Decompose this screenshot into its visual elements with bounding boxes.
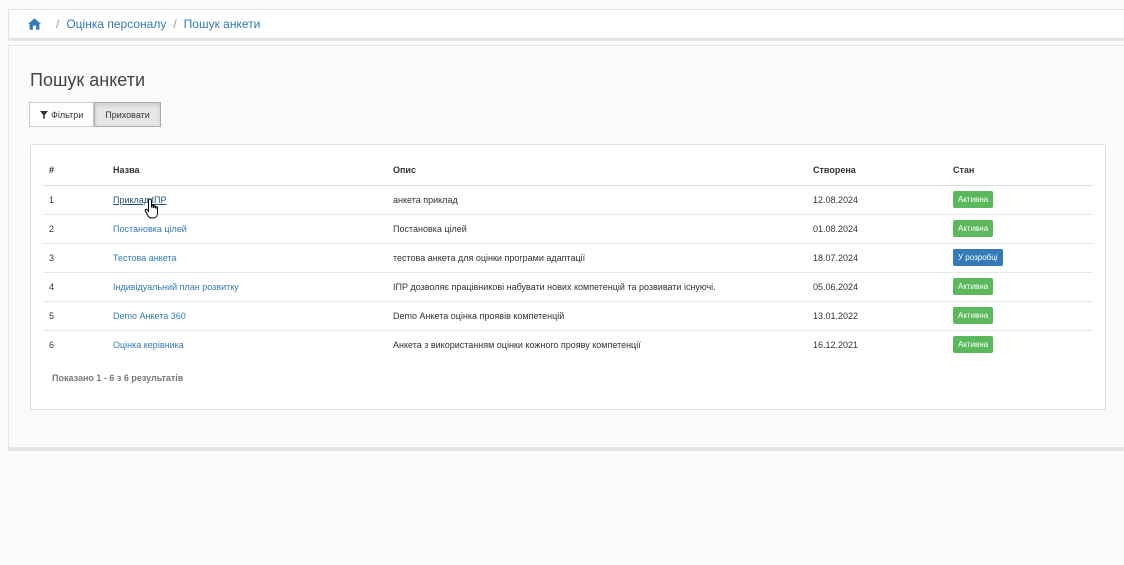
row-name-cell: Постановка цілей (107, 213, 387, 243)
questionnaire-link[interactable]: Тестова анкета (113, 253, 176, 263)
row-name-cell: Індивідуальний план розвитку (107, 271, 387, 301)
status-badge: Активна (953, 336, 994, 354)
status-badge: Активна (953, 307, 994, 324)
status-badge: У розробці (953, 249, 1003, 266)
column-header-num: # (43, 155, 107, 186)
table-row: 3 Тестова анкета тестова анкета для оцінки… (43, 242, 1093, 272)
breadcrumb-separator: / (56, 17, 60, 31)
table-row: 6 Оцінка керівника Анкета з використанням … (43, 329, 1093, 359)
row-created-date: 12.08.2024 (813, 194, 859, 205)
row-created-date: 16.12.2021 (807, 329, 947, 359)
row-status-cell: Активна (947, 271, 1093, 301)
hide-button-label: Приховати (105, 109, 150, 120)
hide-button[interactable]: Приховати (94, 102, 161, 127)
questionnaire-link[interactable]: Оцінка керівника (113, 340, 184, 350)
status-badge: Активна (953, 278, 994, 295)
breadcrumb-separator: / (173, 17, 177, 31)
breadcrumb-item-personnel[interactable]: Оцінка персоналу (66, 17, 166, 31)
breadcrumb-item-search[interactable]: Пошук анкети (184, 17, 261, 31)
row-number: 5 (43, 300, 107, 330)
filters-button-label: Фільтри (51, 109, 84, 120)
table-row: 2 Постановка цілей Постановка цілей 01.08.2… (43, 213, 1093, 243)
column-header-description[interactable]: Опис (387, 155, 807, 186)
row-name-cell: Приклад ІПР (107, 185, 387, 214)
results-table: # Назва Опис Створена Стан 1 Приклад ІПР а… (43, 155, 1093, 359)
status-badge: Активна (953, 220, 994, 237)
column-header-status[interactable]: Стан (947, 155, 1093, 186)
questionnaire-link[interactable]: Demo Анкета 360 (113, 311, 186, 321)
status-badge: Активна (953, 191, 994, 208)
row-description: Постановка цілей (387, 213, 807, 243)
row-status-cell: Активна (947, 329, 1093, 359)
column-header-name[interactable]: Назва (107, 155, 387, 186)
row-description: анкета приклад (393, 194, 458, 205)
table-row: 5 Demo Анкета 360 Demo Анкета оцінка прояв… (43, 300, 1093, 330)
row-description: ІПР дозволяє працівникові набувати нових… (387, 271, 807, 301)
row-number: 2 (43, 213, 107, 243)
row-status-cell: Активна (947, 213, 1093, 243)
filters-button[interactable]: Фільтри (29, 102, 95, 127)
row-created-date: 01.08.2024 (807, 213, 947, 243)
questionnaire-link[interactable]: Індивідуальний план розвитку (113, 282, 239, 292)
main-panel: Пошук анкети Фільтри Приховати # Назва О… (8, 45, 1124, 448)
row-status-cell: Активна (947, 300, 1093, 330)
filter-icon (40, 110, 48, 119)
questionnaire-link[interactable]: Приклад ІПР (113, 195, 167, 205)
row-number: 1 (49, 194, 55, 205)
row-status-cell: У розробці (947, 242, 1093, 272)
row-name-cell: Оцінка керівника (107, 329, 387, 359)
row-number: 3 (43, 242, 107, 272)
row-description: Анкета з використанням оцінки кожного пр… (387, 329, 807, 359)
row-created-date: 05.06.2024 (807, 271, 947, 301)
results-card: # Назва Опис Створена Стан 1 Приклад ІПР а… (30, 144, 1106, 410)
breadcrumb: / Оцінка персоналу / Пошук анкети (8, 9, 1124, 39)
row-description: Demo Анкета оцінка проявів компетенцій (387, 300, 807, 330)
results-summary: Показано 1 - 6 з 6 результатів (52, 373, 184, 383)
column-header-created[interactable]: Створена (807, 155, 947, 186)
home-icon[interactable] (28, 18, 41, 30)
row-number: 6 (43, 329, 107, 359)
table-row: 1 Приклад ІПР анкета приклад 12.08.2024 Акти… (43, 185, 1093, 214)
table-row: 4 Індивідуальний план розвитку ІПР дозволя… (43, 271, 1093, 301)
row-created-date: 13.01.2022 (807, 300, 947, 330)
row-status-cell: Активна (947, 185, 1093, 214)
row-created-date: 18.07.2024 (807, 242, 947, 272)
filter-toolbar: Фільтри Приховати (29, 102, 161, 127)
row-description: тестова анкета для оцінки програми адапт… (387, 242, 807, 272)
page-title: Пошук анкети (30, 70, 146, 90)
row-name-cell: Demo Анкета 360 (107, 300, 387, 330)
row-name-cell: Тестова анкета (107, 242, 387, 272)
row-number: 4 (43, 271, 107, 301)
questionnaire-link[interactable]: Постановка цілей (113, 224, 187, 234)
